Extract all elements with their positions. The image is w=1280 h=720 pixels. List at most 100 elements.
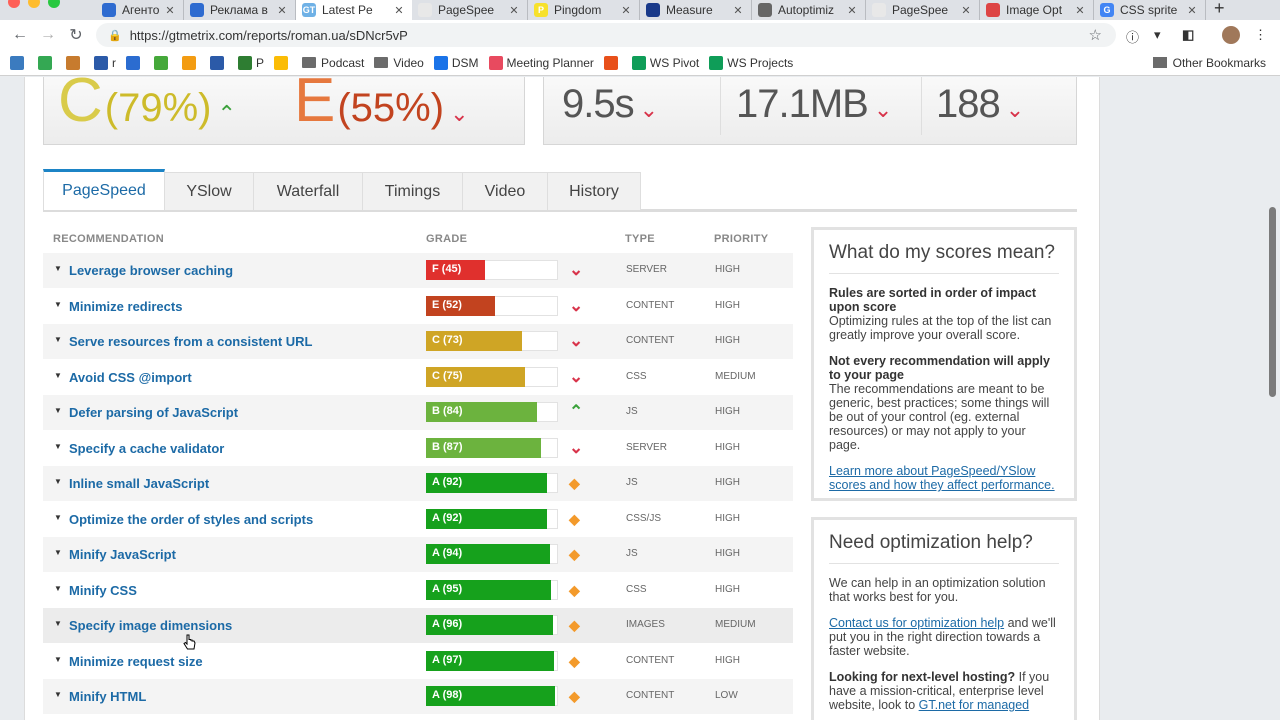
expand-caret-icon[interactable]: ▼ — [54, 690, 62, 699]
bookmark-item[interactable] — [210, 55, 228, 70]
column-header-type[interactable]: TYPE — [625, 233, 655, 245]
recommendation-name[interactable]: Minify CSS — [69, 583, 137, 598]
other-bookmarks[interactable]: Other Bookmarks — [1152, 56, 1266, 70]
extension-info-icon[interactable]: ⓘ — [1126, 27, 1139, 46]
bookmark-item[interactable] — [66, 55, 84, 70]
browser-tab[interactable]: G CSS sprite ✕ — [1094, 0, 1206, 20]
expand-caret-icon[interactable]: ▼ — [54, 406, 62, 415]
extension-icon[interactable]: ◧ — [1182, 27, 1194, 43]
close-window-button[interactable] — [8, 0, 20, 8]
profile-avatar[interactable] — [1222, 26, 1240, 44]
recommendation-name[interactable]: Avoid CSS @import — [69, 370, 192, 385]
close-tab-icon[interactable]: ✕ — [959, 4, 973, 17]
recommendation-row[interactable]: ▼ Leverage browser caching F (45) ⌄ SERVER HI… — [43, 253, 793, 288]
bookmark-item[interactable]: r — [94, 55, 116, 70]
recommendation-row[interactable]: ▼ Minimize redirects E (52) ⌄ CONTENT HIGH — [43, 289, 793, 324]
browser-tab[interactable]: Autoptimiz ✕ — [752, 0, 866, 20]
bookmark-item[interactable] — [38, 55, 56, 70]
recommendation-name[interactable]: Specify image dimensions — [69, 618, 232, 633]
expand-caret-icon[interactable]: ▼ — [54, 442, 62, 451]
back-icon[interactable]: ← — [6, 26, 34, 44]
close-tab-icon[interactable]: ✕ — [1185, 4, 1199, 17]
recommendation-row[interactable]: ▼ Defer parsing of JavaScript B (84) ⌃ JS HIG… — [43, 395, 793, 430]
recommendation-row[interactable]: ▼ Optimize the order of styles and script… — [43, 502, 793, 537]
learn-more-link[interactable]: Learn more about PageSpeed/YSlow scores … — [829, 464, 1059, 492]
new-tab-button[interactable]: + — [1214, 0, 1225, 19]
bookmark-item[interactable]: Podcast — [302, 56, 364, 70]
reload-icon[interactable]: ↻ — [62, 25, 90, 45]
bookmark-item[interactable]: P — [238, 55, 264, 70]
expand-caret-icon[interactable]: ▼ — [54, 548, 62, 557]
expand-caret-icon[interactable]: ▼ — [54, 335, 62, 344]
expand-caret-icon[interactable]: ▼ — [54, 584, 62, 593]
close-tab-icon[interactable]: ✕ — [507, 4, 521, 17]
bookmark-item[interactable] — [603, 55, 622, 70]
recommendation-name[interactable]: Inline small JavaScript — [69, 476, 209, 491]
bookmark-item[interactable]: WS Pivot — [631, 55, 699, 70]
recommendation-row[interactable]: ▼ Minimize request size A (97) ◆ CONTENT HIGH — [43, 644, 793, 679]
browser-tab[interactable]: Реклама в ✕ — [184, 0, 296, 20]
expand-caret-icon[interactable]: ▼ — [54, 300, 62, 309]
bookmark-item[interactable]: Video — [374, 56, 424, 70]
bookmark-item[interactable] — [274, 55, 292, 70]
close-tab-icon[interactable]: ✕ — [1073, 4, 1087, 17]
recommendation-name[interactable]: Minimize request size — [69, 654, 203, 669]
bookmark-item[interactable] — [126, 55, 144, 70]
expand-caret-icon[interactable]: ▼ — [54, 371, 62, 380]
recommendation-row[interactable]: ▼ Inline small JavaScript A (92) ◆ JS HIGH — [43, 466, 793, 501]
tab-video[interactable]: Video — [462, 172, 548, 210]
expand-caret-icon[interactable]: ▼ — [54, 477, 62, 486]
recommendation-name[interactable]: Leverage browser caching — [69, 263, 233, 278]
page-scrollbar[interactable] — [1269, 207, 1276, 397]
recommendation-row[interactable]: ▼ Specify image dimensions A (96) ◆ IMAGES ME… — [43, 608, 793, 643]
recommendation-row[interactable]: ▼ Minify HTML A (98) ◆ CONTENT LOW — [43, 679, 793, 714]
expand-caret-icon[interactable]: ▼ — [54, 264, 62, 273]
tab-timings[interactable]: Timings — [362, 172, 463, 210]
recommendation-row[interactable]: ▼ Minify CSS A (95) ◆ CSS HIGH — [43, 573, 793, 608]
close-tab-icon[interactable]: ✕ — [619, 4, 633, 17]
recommendation-name[interactable]: Minify HTML — [69, 689, 146, 704]
recommendation-name[interactable]: Serve resources from a consistent URL — [69, 334, 312, 349]
browser-tab[interactable]: P Pingdom ✕ — [528, 0, 640, 20]
tab-history[interactable]: History — [547, 172, 641, 210]
recommendation-row[interactable]: ▼ Minify JavaScript A (94) ◆ JS HIGH — [43, 537, 793, 572]
browser-tab[interactable]: PageSpee ✕ — [412, 0, 528, 20]
column-header-grade[interactable]: GRADE — [426, 233, 467, 245]
recommendation-name[interactable]: Minimize redirects — [69, 299, 182, 314]
bookmark-item[interactable] — [154, 55, 172, 70]
bookmark-star-icon[interactable]: ☆ — [1089, 26, 1102, 44]
menu-icon[interactable]: ⋮ — [1254, 27, 1267, 43]
tab-pagespeed[interactable]: PageSpeed — [43, 169, 165, 210]
recommendation-row[interactable]: ▼ Avoid CSS @import C (75) ⌄ CSS MEDIUM — [43, 360, 793, 395]
recommendation-row[interactable]: ▼ Serve resources from a consistent URL C … — [43, 324, 793, 359]
column-header-recommendation[interactable]: RECOMMENDATION — [53, 233, 164, 245]
tab-waterfall[interactable]: Waterfall — [253, 172, 363, 210]
recommendation-name[interactable]: Defer parsing of JavaScript — [69, 405, 238, 420]
bookmark-item[interactable]: Meeting Planner — [488, 55, 594, 70]
recommendation-name[interactable]: Specify a cache validator — [69, 441, 224, 456]
browser-tab[interactable]: Image Opt ✕ — [980, 0, 1094, 20]
tab-yslow[interactable]: YSlow — [164, 172, 254, 210]
close-tab-icon[interactable]: ✕ — [275, 4, 289, 17]
expand-caret-icon[interactable]: ▼ — [54, 619, 62, 628]
minimize-window-button[interactable] — [28, 0, 40, 8]
close-tab-icon[interactable]: ✕ — [163, 4, 177, 17]
close-tab-icon[interactable]: ✕ — [731, 4, 745, 17]
contact-optimization-link[interactable]: Contact us for optimization help — [829, 616, 1004, 630]
maximize-window-button[interactable] — [48, 0, 60, 8]
bookmark-item[interactable] — [182, 55, 200, 70]
recommendation-name[interactable]: Minify JavaScript — [69, 547, 176, 562]
browser-tab[interactable]: GT Latest Pe ✕ — [296, 0, 412, 20]
gt-net-link[interactable]: GT.net for managed — [919, 698, 1029, 712]
expand-caret-icon[interactable]: ▼ — [54, 655, 62, 664]
column-header-priority[interactable]: PRIORITY — [714, 233, 768, 245]
forward-icon[interactable]: → — [34, 26, 62, 44]
bookmark-item[interactable]: WS Projects — [709, 55, 793, 70]
recommendation-name[interactable]: Optimize the order of styles and scripts — [69, 512, 313, 527]
recommendation-row[interactable]: ▼ Specify a cache validator B (87) ⌄ SERVER H… — [43, 431, 793, 466]
close-tab-icon[interactable]: ✕ — [845, 4, 859, 17]
browser-tab[interactable]: Агенто ✕ — [96, 0, 184, 20]
browser-tab[interactable]: Measure ✕ — [640, 0, 752, 20]
browser-tab[interactable]: PageSpee ✕ — [866, 0, 980, 20]
address-bar[interactable]: 🔒 https://gtmetrix.com/reports/roman.ua/… — [96, 23, 1116, 47]
